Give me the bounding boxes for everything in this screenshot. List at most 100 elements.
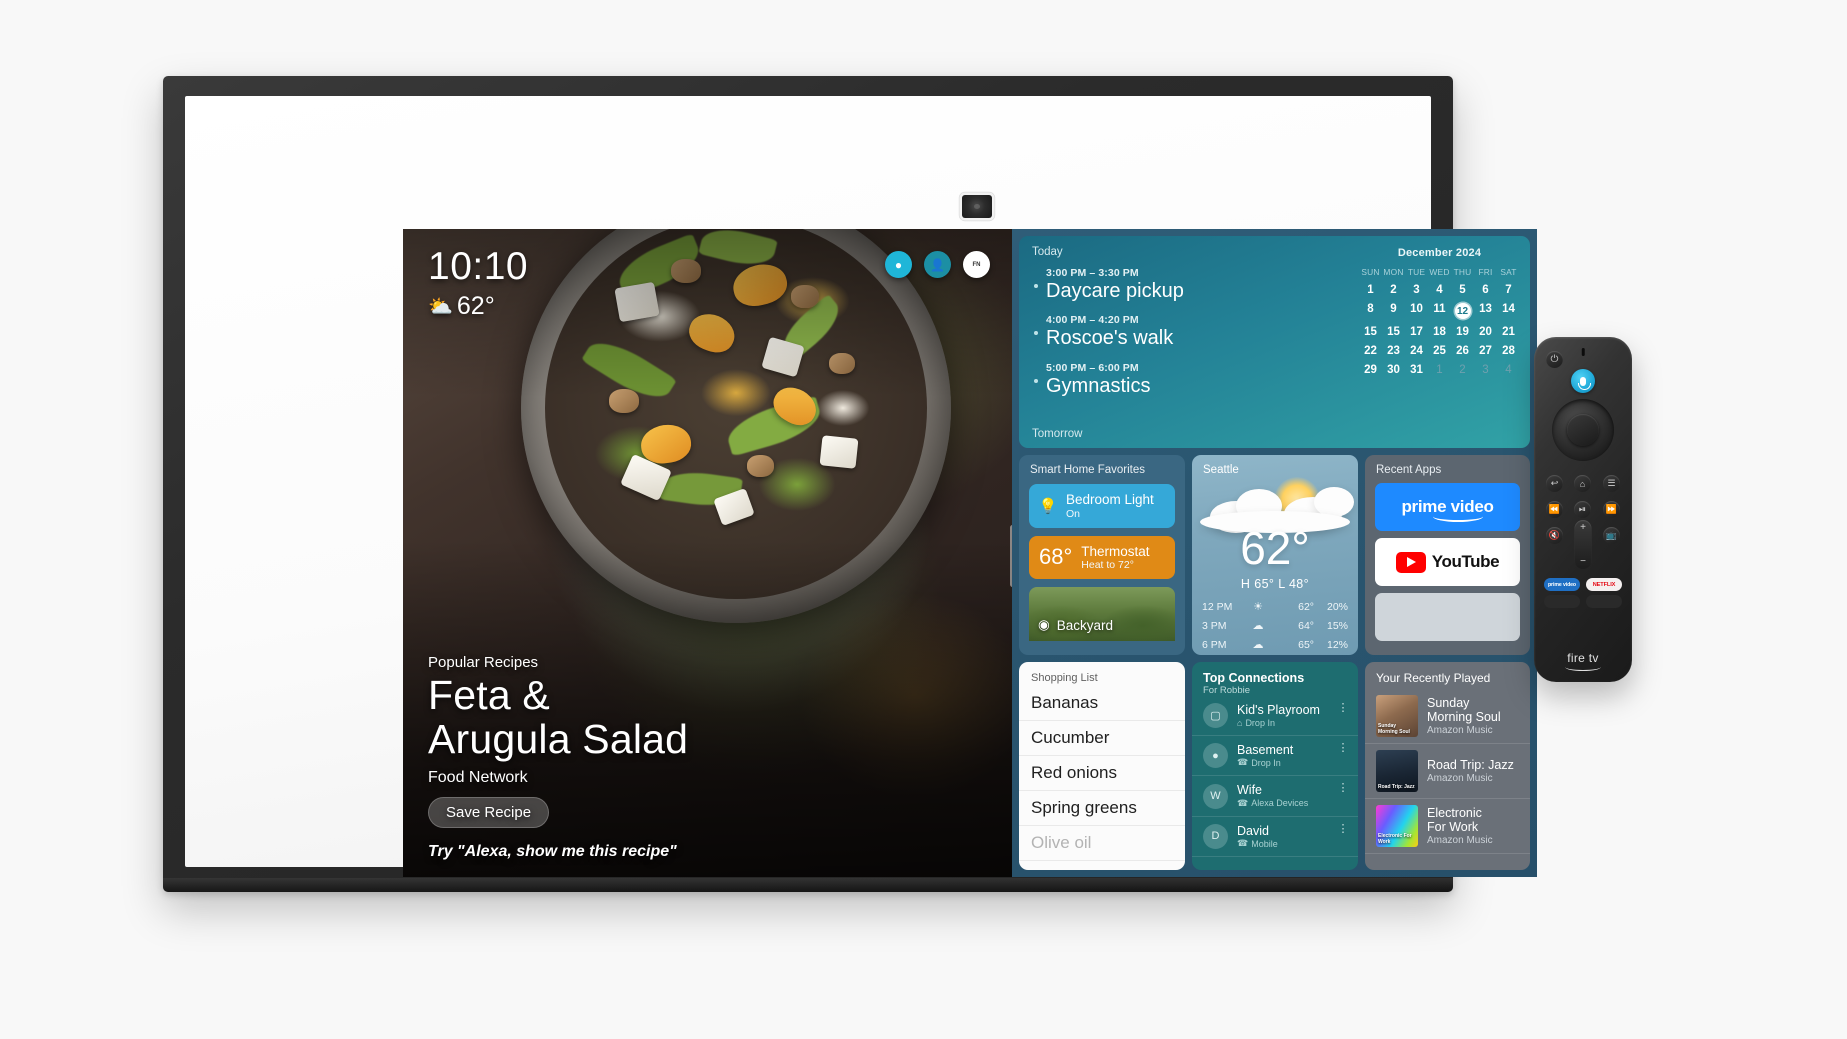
calendar-day[interactable]: 29: [1359, 364, 1382, 376]
connection-name: Wife: [1237, 783, 1262, 798]
volume-down-button[interactable]: −: [1580, 556, 1586, 567]
calendar-day[interactable]: 13: [1474, 303, 1497, 319]
smart-home-thermostat-tile[interactable]: 68° Thermostat Heat to 72°: [1029, 535, 1175, 580]
calendar-day[interactable]: 2: [1451, 364, 1474, 376]
connection-overflow-button[interactable]: ⋮: [1338, 823, 1350, 834]
recently-played-row[interactable]: Road Trip: Jazz Road Trip: Jazz Amazon Mus…: [1365, 744, 1531, 799]
calendar-day[interactable]: 14: [1497, 303, 1520, 319]
calendar-day[interactable]: 4: [1497, 364, 1520, 376]
calendar-day[interactable]: 18: [1428, 326, 1451, 338]
calendar-day[interactable]: 9: [1382, 303, 1405, 319]
recently-played-row[interactable]: Sunday Morning Soul Sunday Morning Soul Ama…: [1365, 689, 1531, 744]
calendar-day[interactable]: 10: [1405, 303, 1428, 319]
weather-hour-temp: 64°: [1298, 619, 1314, 632]
agenda-event[interactable]: 5:00 PM – 6:00 PM Gymnastics: [1032, 362, 1343, 397]
display-icon: ▢: [1203, 703, 1228, 728]
smart-home-light-tile[interactable]: 💡 Bedroom Light On: [1029, 484, 1175, 528]
volume-up-button[interactable]: +: [1580, 522, 1586, 533]
calendar-day[interactable]: 19: [1451, 326, 1474, 338]
widget-row-bottom: Shopping List Bananas Cucumber Red onions S…: [1019, 662, 1531, 870]
play-pause-button[interactable]: ⏯: [1574, 501, 1591, 518]
smart-home-card[interactable]: Smart Home Favorites 💡 Bedroom Light On …: [1019, 455, 1185, 655]
calendar-day[interactable]: 28: [1497, 345, 1520, 357]
channel-guide-button[interactable]: 📺: [1603, 527, 1620, 544]
calendar-day[interactable]: 24: [1405, 345, 1428, 357]
calendar-day[interactable]: 3: [1405, 284, 1428, 296]
more-apps-tile[interactable]: [1375, 593, 1521, 641]
recently-played-row[interactable]: Electronic For Work Electronic For Work Ama…: [1365, 799, 1531, 854]
microphone-hole: [1581, 348, 1585, 356]
calendar-day[interactable]: 1: [1428, 364, 1451, 376]
calendar-day[interactable]: 15: [1382, 326, 1405, 338]
calendar-day[interactable]: 22: [1359, 345, 1382, 357]
connections-card[interactable]: Top Connections For Robbie ▢ Kid's Playro…: [1192, 662, 1358, 870]
shopping-list-item[interactable]: Bananas: [1019, 686, 1185, 721]
back-button[interactable]: ↩: [1546, 475, 1563, 492]
power-button[interactable]: ⏻: [1546, 351, 1563, 368]
connection-overflow-button[interactable]: ⋮: [1338, 703, 1350, 714]
agenda-event[interactable]: 3:00 PM – 3:30 PM Daycare pickup: [1032, 267, 1343, 302]
calendar-day[interactable]: 15: [1359, 326, 1382, 338]
calendar-day[interactable]: 5: [1451, 284, 1474, 296]
prime-video-shortcut[interactable]: prime video: [1544, 578, 1580, 591]
recently-played-card[interactable]: Your Recently Played Sunday Morning Soul…: [1365, 662, 1531, 870]
recipe-panel[interactable]: 10:10 ⛅ 62° ● 👤 FN Popular Recipes Feta …: [403, 229, 1012, 877]
calendar-day[interactable]: 25: [1428, 345, 1451, 357]
calendar-day[interactable]: 7: [1497, 284, 1520, 296]
app-shortcut-3[interactable]: [1544, 595, 1580, 608]
shopping-list-item[interactable]: Olive oil: [1019, 826, 1185, 861]
connection-row[interactable]: D David ☎ Mobile ⋮: [1192, 817, 1358, 858]
calendar-agenda-card[interactable]: Today 3:00 PM – 3:30 PM Daycare pickup 4:0…: [1019, 236, 1530, 448]
calendar-day[interactable]: 30: [1382, 364, 1405, 376]
weather-card[interactable]: Seattle 62° H 65° L 48° 12 PM ☀ 62° 20% 3 PM…: [1192, 455, 1358, 655]
calendar-day[interactable]: 21: [1497, 326, 1520, 338]
connection-row[interactable]: ▢ Kid's Playroom ⌂ Drop In ⋮: [1192, 696, 1358, 736]
device-screen: 10:10 ⛅ 62° ● 👤 FN Popular Recipes Feta …: [403, 229, 1537, 877]
clock-widget[interactable]: 10:10 ⛅ 62°: [428, 247, 528, 321]
mute-button[interactable]: 🔇: [1546, 527, 1563, 544]
shopping-list-card[interactable]: Shopping List Bananas Cucumber Red onions S…: [1019, 662, 1185, 870]
connection-row[interactable]: ● Basement ☎ Drop In ⋮: [1192, 736, 1358, 777]
calendar-day[interactable]: 3: [1474, 364, 1497, 376]
calendar-day[interactable]: 12: [1451, 303, 1474, 319]
smart-home-camera-tile[interactable]: ◉ Backyard: [1029, 587, 1175, 642]
agenda-event[interactable]: 4:00 PM – 4:20 PM Roscoe's walk: [1032, 314, 1343, 349]
prime-video-app[interactable]: prime video: [1375, 483, 1521, 531]
shopping-list-item[interactable]: Cucumber: [1019, 721, 1185, 756]
navigation-dpad[interactable]: [1552, 399, 1614, 461]
alexa-voice-button[interactable]: [1571, 369, 1595, 393]
shopping-list-item[interactable]: Spring greens: [1019, 791, 1185, 826]
fire-tv-remote[interactable]: ⏻ ↩ ⌂ ☰ ⏪ ⏯ ⏩ 🔇 📺 + − prime video NETFLI…: [1534, 337, 1632, 682]
menu-button[interactable]: ☰: [1603, 475, 1620, 492]
notification-badge[interactable]: ●: [885, 251, 912, 278]
calendar-day[interactable]: 23: [1382, 345, 1405, 357]
rewind-button[interactable]: ⏪: [1546, 501, 1563, 518]
calendar-day[interactable]: 26: [1451, 345, 1474, 357]
netflix-shortcut[interactable]: NETFLIX: [1586, 578, 1622, 591]
calendar-day[interactable]: 11: [1428, 303, 1451, 319]
volume-rocker[interactable]: + −: [1574, 520, 1592, 569]
calendar-day[interactable]: 20: [1474, 326, 1497, 338]
app-shortcut-4[interactable]: [1586, 595, 1622, 608]
calendar-day[interactable]: 8: [1359, 303, 1382, 319]
profile-badge[interactable]: 👤: [924, 251, 951, 278]
recent-apps-card[interactable]: Recent Apps prime video YouTube: [1365, 455, 1531, 655]
calendar-day[interactable]: 17: [1405, 326, 1428, 338]
home-button[interactable]: ⌂: [1574, 475, 1591, 492]
calendar-day[interactable]: 6: [1474, 284, 1497, 296]
month-calendar[interactable]: December 2024 SUN MON TUE WED THU FRI SAT 1 2 3 4 5…: [1355, 236, 1530, 448]
calendar-day[interactable]: 1: [1359, 284, 1382, 296]
echo-show-device: 10:10 ⛅ 62° ● 👤 FN Popular Recipes Feta …: [163, 76, 1537, 892]
calendar-day[interactable]: 31: [1405, 364, 1428, 376]
youtube-app[interactable]: YouTube: [1375, 538, 1521, 586]
save-recipe-button[interactable]: Save Recipe: [428, 797, 550, 828]
calendar-day[interactable]: 4: [1428, 284, 1451, 296]
shopping-list-item[interactable]: Red onions: [1019, 756, 1185, 791]
connection-overflow-button[interactable]: ⋮: [1338, 743, 1350, 754]
fast-forward-button[interactable]: ⏩: [1603, 501, 1620, 518]
calendar-day[interactable]: 2: [1382, 284, 1405, 296]
calendar-day[interactable]: 27: [1474, 345, 1497, 357]
connection-overflow-button[interactable]: ⋮: [1338, 783, 1350, 794]
connection-row[interactable]: W Wife ☎ Alexa Devices ⋮: [1192, 776, 1358, 817]
connections-header-block: Top Connections For Robbie: [1192, 662, 1358, 696]
